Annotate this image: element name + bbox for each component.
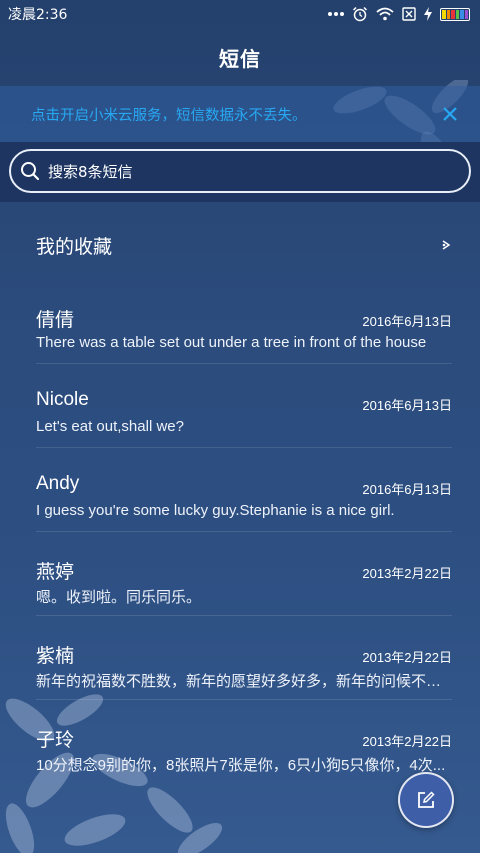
search-area: 搜索8条短信 (0, 142, 480, 202)
conversation-item[interactable]: 紫楠 2013年2月22日 新年的祝福数不胜数，新年的愿望好多好多，新年的问候不… (36, 616, 452, 700)
message-date: 2013年2月22日 (362, 566, 452, 581)
compose-icon (418, 791, 435, 808)
message-preview: There was a table set out under a tree i… (36, 334, 427, 351)
cloud-service-banner[interactable]: 点击开启小米云服务，短信数据永不丢失。 (0, 86, 480, 142)
contact-name: Nicole (36, 389, 89, 410)
conversation-item[interactable]: 燕婷 2013年2月22日 嗯。收到啦。同乐同乐。 (36, 532, 452, 616)
status-time: 凌晨2:36 (8, 7, 68, 23)
search-placeholder: 搜索8条短信 (48, 162, 133, 181)
message-preview: Let's eat out,shall we? (36, 418, 184, 435)
chevron-right-icon (442, 240, 451, 250)
page-title: 短信 (219, 46, 261, 71)
conversation-item[interactable]: 子玲 2013年2月22日 10分想念9别的你，8张照片7张是你，6只小狗5只像… (36, 700, 452, 784)
conversation-item[interactable]: 倩倩 2016年6月13日 There was a table set out … (36, 280, 452, 364)
favorites-label: 我的收藏 (36, 235, 113, 258)
contact-name: 子玲 (36, 730, 75, 751)
message-date: 2016年6月13日 (362, 314, 452, 329)
message-preview: I guess you're some lucky guy.Stephanie … (36, 502, 395, 519)
status-bar: 凌晨2:36 (0, 0, 480, 28)
conversation-list: 倩倩 2016年6月13日 There was a table set out … (0, 280, 480, 784)
message-preview: 新年的祝福数不胜数，新年的愿望好多好多，新年的问候不能少 (36, 673, 452, 690)
cloud-banner-text[interactable]: 点击开启小米云服务，短信数据永不丢失。 (31, 104, 440, 125)
search-icon (21, 162, 40, 181)
message-preview: 嗯。收到啦。同乐同乐。 (36, 589, 202, 606)
message-date: 2013年2月22日 (362, 650, 452, 665)
contact-name: Andy (36, 473, 80, 494)
wifi-icon (376, 7, 394, 21)
message-date: 2016年6月13日 (362, 398, 452, 413)
contact-name: 紫楠 (36, 646, 75, 667)
title-bar: 短信 (0, 28, 480, 86)
message-preview: 10分想念9别的你，8张照片7张是你，6只小狗5只像你，4次... (36, 757, 446, 774)
battery-icon (440, 7, 470, 21)
close-icon[interactable] (440, 104, 460, 124)
search-input[interactable]: 搜索8条短信 (9, 149, 471, 193)
message-date: 2013年2月22日 (362, 734, 452, 749)
favorites-row[interactable]: 我的收藏 (0, 212, 480, 278)
conversation-item[interactable]: Andy 2016年6月13日 I guess you're some luck… (36, 448, 452, 532)
charging-icon (424, 7, 432, 21)
contact-name: 燕婷 (36, 562, 75, 583)
more-dots-icon (328, 12, 344, 16)
alarm-icon (352, 6, 368, 22)
no-sim-icon (402, 7, 416, 21)
message-date: 2016年6月13日 (362, 482, 452, 497)
contact-name: 倩倩 (36, 310, 75, 331)
status-icons (328, 6, 470, 22)
conversation-item[interactable]: Nicole 2016年6月13日 Let's eat out,shall we… (36, 364, 452, 448)
compose-button[interactable] (398, 772, 454, 828)
